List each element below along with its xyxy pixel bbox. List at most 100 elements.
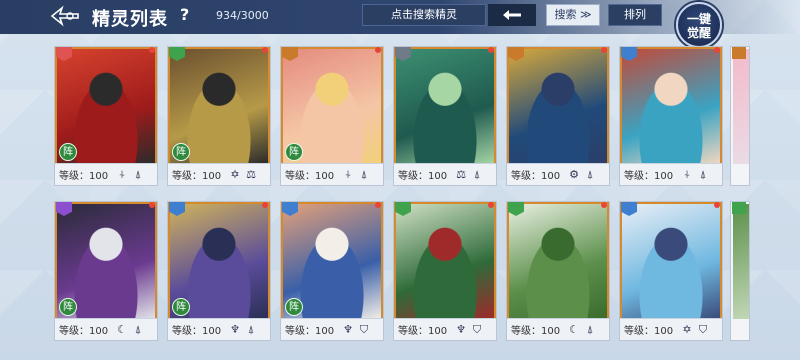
spirit-portrait: [733, 204, 749, 319]
page-title: 精灵列表: [92, 9, 168, 30]
awaken-label-line1: 一键: [686, 12, 711, 26]
spirit-card-partial[interactable]: [730, 201, 750, 341]
spirit-card[interactable]: 阵等级：100 ☾ ⍋: [54, 201, 158, 341]
spirit-card[interactable]: 阵等级：100 ♆ ⍋: [167, 201, 271, 341]
help-icon[interactable]: ?: [180, 5, 198, 25]
skill-icons: ✡ ⚖: [228, 168, 258, 182]
formation-badge: 阵: [172, 298, 190, 316]
spirit-grid: 阵等级：100 ⍭ ⍋ 阵等级：100 ✡ ⚖ 阵等级：100 ⍭ ⍋ 等级：100 ⚖ ⍋ 等级：10…: [54, 46, 800, 346]
card-info-bar: 等级：100 ♆ ⛉: [281, 318, 383, 340]
skill-icon: ⍋: [699, 167, 707, 181]
card-info-bar: 等级：100 ♆ ⍋: [168, 318, 270, 340]
left-arrow-icon: [503, 10, 521, 20]
spirit-portrait: [396, 204, 494, 319]
spirit-count: 934/3000: [216, 9, 269, 22]
spirit-card[interactable]: 等级：100 ✡ ⛉: [619, 201, 723, 341]
formation-badge: 阵: [59, 143, 77, 161]
level-label: 等级：100: [398, 326, 448, 337]
back-arrow-icon: [50, 5, 79, 27]
card-info-bar: 等级：100 ☾ ⍋: [55, 318, 157, 340]
notification-dot: [375, 47, 381, 53]
skill-icon: ⍋: [586, 167, 594, 181]
spirit-card[interactable]: 等级：100 ⚖ ⍋: [393, 46, 497, 186]
level-label: 等级：100: [398, 171, 448, 182]
notification-dot: [149, 202, 155, 208]
card-info-bar: 等级：100 ✡ ⛉: [620, 318, 722, 340]
skill-icon: ✡: [230, 167, 240, 181]
awaken-label-line2: 觉醒: [686, 26, 711, 40]
notification-dot: [714, 47, 720, 53]
spirit-portrait: [509, 49, 607, 164]
card-info-bar: 等级：100 ⍭ ⍋: [281, 163, 383, 185]
level-label: 等级：100: [59, 326, 109, 337]
spirit-card[interactable]: 等级：100 ☾ ⍋: [506, 201, 610, 341]
skill-icon: ⍋: [247, 322, 255, 336]
skill-icon: ⍭: [344, 167, 352, 181]
spirit-card[interactable]: 阵等级：100 ♆ ⛉: [280, 201, 384, 341]
skill-icons: ⍭ ⍋: [680, 168, 710, 182]
card-info-bar: 等级：100 ☾ ⍋: [507, 318, 609, 340]
formation-badge: 阵: [285, 298, 303, 316]
skill-icon: ⛉: [472, 322, 482, 336]
level-label: 等级：100: [285, 171, 335, 182]
one-click-awaken-button[interactable]: 一键 觉醒: [676, 2, 722, 48]
spirit-portrait: [509, 204, 607, 319]
skill-icons: ☾ ⍋: [115, 323, 145, 337]
element-badge-icon: [732, 202, 746, 214]
formation-badge: 阵: [59, 298, 77, 316]
skill-icons: ✡ ⛉: [680, 323, 710, 337]
skill-icon: ☾: [117, 322, 127, 336]
element-badge-icon: [732, 47, 746, 59]
skill-icon: ⍋: [134, 167, 142, 181]
spirit-card[interactable]: 阵等级：100 ⍭ ⍋: [280, 46, 384, 186]
card-info-bar: 等级：100 ⍭ ⍋: [55, 163, 157, 185]
notification-dot: [375, 202, 381, 208]
skill-icon: ⍭: [118, 167, 126, 181]
level-label: 等级：100: [172, 171, 222, 182]
spirit-portrait: [396, 49, 494, 164]
skill-icons: ⍭ ⍋: [341, 168, 371, 182]
spirit-card[interactable]: 阵等级：100 ⍭ ⍋: [54, 46, 158, 186]
level-label: 等级：100: [59, 171, 109, 182]
spirit-card-partial[interactable]: [730, 46, 750, 186]
notification-dot: [601, 47, 607, 53]
skill-icon: ⍋: [360, 167, 368, 181]
skill-icon: ♆: [343, 322, 353, 336]
skill-icon: ⚖: [456, 167, 466, 181]
skill-icon: ⛉: [359, 322, 369, 336]
card-info-bar: 等级：100 ♆ ⛉: [394, 318, 496, 340]
notification-dot: [488, 202, 494, 208]
spirit-card[interactable]: 等级：100 ⚙ ⍋: [506, 46, 610, 186]
spirit-card[interactable]: 等级：100 ⍭ ⍋: [619, 46, 723, 186]
skill-icon: ♆: [230, 322, 240, 336]
notification-dot: [149, 47, 155, 53]
card-info-bar: 等级：100 ⚖ ⍋: [394, 163, 496, 185]
skill-icon: ⚖: [246, 167, 256, 181]
notification-dot: [601, 202, 607, 208]
skill-icons: ♆ ⍋: [228, 323, 258, 337]
spirit-card[interactable]: 等级：100 ♆ ⛉: [393, 201, 497, 341]
skill-icon: ⍋: [473, 167, 481, 181]
search-input[interactable]: 点击搜索精灵: [362, 4, 486, 26]
spirit-portrait: [733, 49, 749, 164]
skill-icon: ⚙: [569, 167, 579, 181]
notification-dot: [262, 47, 268, 53]
notification-dot: [714, 202, 720, 208]
back-button[interactable]: [48, 4, 82, 28]
search-back-button[interactable]: [488, 4, 536, 26]
skill-icon: ☾: [569, 322, 579, 336]
spirit-card[interactable]: 阵等级：100 ✡ ⚖: [167, 46, 271, 186]
sort-button[interactable]: 排列: [608, 4, 662, 26]
skill-icon: ⍋: [134, 322, 142, 336]
skill-icons: ☾ ⍋: [567, 323, 597, 337]
search-filter-button[interactable]: 搜索 ≫: [546, 4, 600, 26]
skill-icon: ♆: [456, 322, 466, 336]
skill-icon: ⍋: [586, 322, 594, 336]
level-label: 等级：100: [511, 326, 561, 337]
skill-icons: ⍭ ⍋: [115, 168, 145, 182]
spirit-portrait: [622, 204, 720, 319]
notification-dot: [262, 202, 268, 208]
level-label: 等级：100: [624, 171, 674, 182]
formation-badge: 阵: [285, 143, 303, 161]
level-label: 等级：100: [172, 326, 222, 337]
